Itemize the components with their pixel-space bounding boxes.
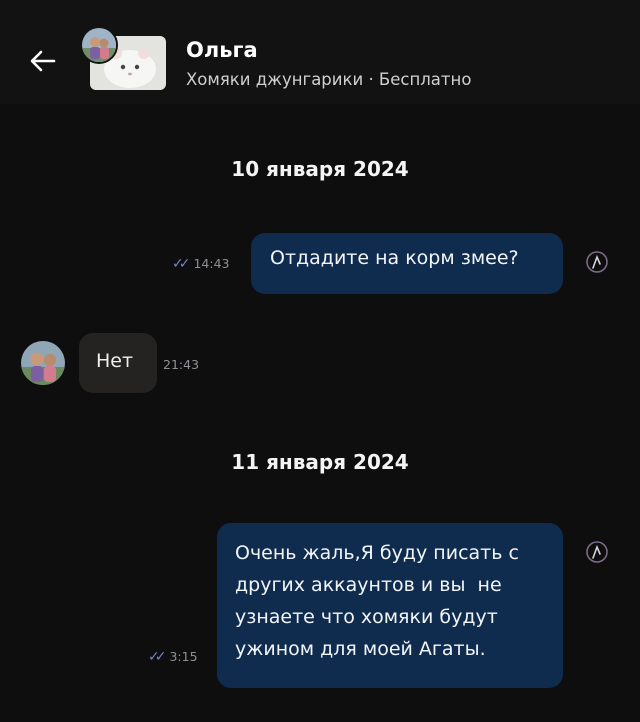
message-line: ужином для моей Агаты. — [235, 637, 486, 660]
seller-avatar[interactable] — [80, 26, 118, 64]
reaction-icon[interactable] — [583, 538, 611, 566]
message-line: Очень жаль,Я буду писать с — [235, 542, 519, 564]
message-line: других аккаунтов и вы не — [235, 573, 502, 596]
seller-name[interactable]: Ольга — [186, 38, 258, 62]
message-time: ✓✓ 14:43 — [172, 256, 230, 272]
message-text: Очень жаль,Я буду писать с других аккаун… — [235, 538, 519, 666]
message-line: узнаете что хомяки будут — [235, 605, 498, 628]
sender-avatar[interactable] — [21, 341, 65, 385]
message-text: Отдадите на корм змее? — [270, 247, 519, 269]
outgoing-message[interactable]: Отдадите на корм змее? — [251, 233, 563, 294]
message-time: ✓✓ 3:15 — [148, 649, 198, 665]
listing-title[interactable]: Хомяки джунгарики · Бесплатно — [186, 70, 471, 89]
outgoing-message[interactable]: Очень жаль,Я буду писать с других аккаун… — [217, 523, 563, 688]
date-divider: 11 января 2024 — [231, 450, 409, 474]
date-divider: 10 января 2024 — [231, 157, 409, 181]
incoming-message[interactable]: Нет — [79, 333, 157, 393]
message-text: Нет — [96, 350, 134, 372]
message-time: 21:43 — [163, 357, 200, 372]
reaction-icon[interactable] — [583, 248, 611, 276]
arrow-left-icon[interactable] — [26, 44, 60, 78]
double-check-icon: ✓✓ — [172, 256, 191, 272]
double-check-icon: ✓✓ — [148, 649, 167, 665]
chat-header: Ольга Хомяки джунгарики · Бесплатно — [0, 0, 640, 104]
